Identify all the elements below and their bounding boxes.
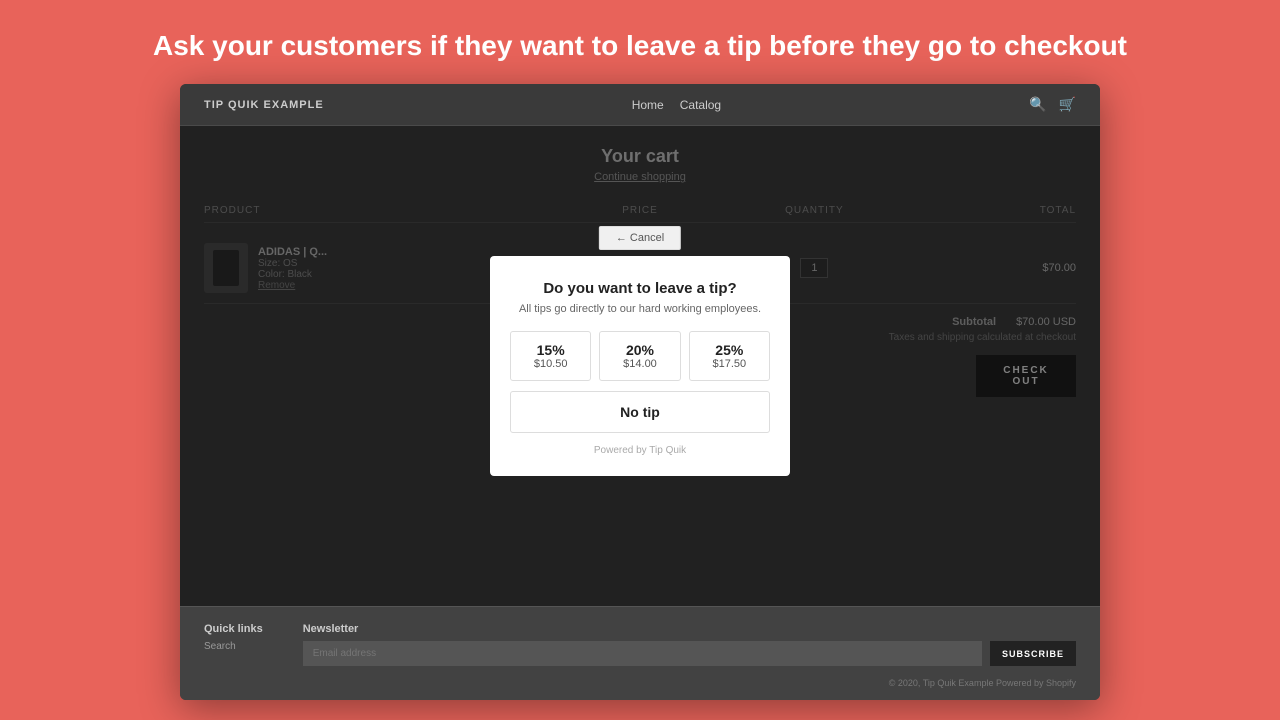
powered-by: Powered by Tip Quik (510, 445, 770, 456)
no-tip-button[interactable]: No tip (510, 391, 770, 433)
tip-option-20[interactable]: 20% $14.00 (599, 331, 680, 381)
newsletter-title: Newsletter (303, 623, 1076, 635)
search-icon[interactable]: 🔍 (1029, 96, 1046, 113)
store-header: TIP QUIK EXAMPLE Home Catalog 🔍 🛒 (180, 84, 1100, 126)
page-headline: Ask your customers if they want to leave… (0, 0, 1280, 84)
tip-option-15[interactable]: 15% $10.50 (510, 331, 591, 381)
store-nav: Home Catalog (632, 98, 721, 112)
cancel-button[interactable]: ← Cancel (599, 226, 681, 250)
tip-percent-20: 20% (606, 342, 673, 358)
footer-cols: Quick links Search Newsletter SUBSCRIBE (204, 623, 1076, 666)
nav-home[interactable]: Home (632, 98, 664, 112)
tip-amount-25: $17.50 (696, 358, 763, 370)
subscribe-button[interactable]: SUBSCRIBE (990, 641, 1076, 666)
modal-overlay: ← Cancel Do you want to leave a tip? All… (180, 126, 1100, 606)
modal-title: Do you want to leave a tip? (510, 280, 770, 297)
nav-catalog[interactable]: Catalog (680, 98, 721, 112)
email-input[interactable] (303, 641, 982, 666)
footer-copyright: © 2020, Tip Quik Example Powered by Shop… (204, 678, 1076, 688)
tip-modal: ← Cancel Do you want to leave a tip? All… (490, 256, 790, 476)
tip-amount-15: $10.50 (517, 358, 584, 370)
tip-amount-20: $14.00 (606, 358, 673, 370)
tip-percent-25: 25% (696, 342, 763, 358)
quick-links-title: Quick links (204, 623, 263, 635)
store-footer: Quick links Search Newsletter SUBSCRIBE … (180, 606, 1100, 700)
tip-option-25[interactable]: 25% $17.50 (689, 331, 770, 381)
store-logo: TIP QUIK EXAMPLE (204, 99, 324, 111)
bag-icon[interactable]: 🛒 (1059, 96, 1076, 113)
newsletter-row: SUBSCRIBE (303, 641, 1076, 666)
store-body: Your cart Continue shopping PRODUCT PRIC… (180, 126, 1100, 606)
footer-newsletter: Newsletter SUBSCRIBE (303, 623, 1076, 666)
tip-options: 15% $10.50 20% $14.00 25% $17.50 (510, 331, 770, 381)
modal-subtitle: All tips go directly to our hard working… (510, 303, 770, 315)
browser-window: TIP QUIK EXAMPLE Home Catalog 🔍 🛒 Your c… (180, 84, 1100, 700)
quick-link-search[interactable]: Search (204, 641, 263, 652)
tip-percent-15: 15% (517, 342, 584, 358)
footer-quick-links: Quick links Search (204, 623, 263, 666)
store-icons: 🔍 🛒 (1029, 96, 1076, 113)
